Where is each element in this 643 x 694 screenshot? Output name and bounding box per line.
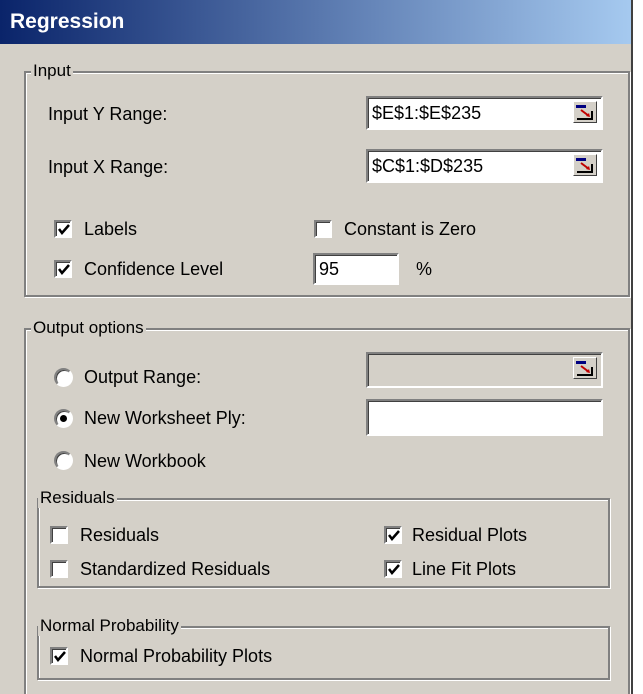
input-x-range-value: $C$1:$D$235: [372, 156, 484, 176]
line-fit-plots-checkbox[interactable]: [384, 560, 402, 578]
normal-probability-group-label: Normal Probability: [38, 616, 181, 636]
check-icon: [58, 264, 70, 275]
check-icon: [58, 224, 70, 235]
output-range-radio[interactable]: [54, 368, 73, 387]
residuals-label: Residuals: [80, 525, 160, 545]
residuals-checkbox[interactable]: [50, 526, 68, 544]
confidence-level-unit: %: [416, 259, 433, 279]
new-worksheet-ply-label: New Worksheet Ply:: [84, 408, 246, 428]
range-select-icon: [576, 158, 593, 173]
output-range-field[interactable]: [366, 352, 603, 388]
normal-probability-plots-checkbox[interactable]: [50, 647, 68, 665]
input-group-label: Input: [31, 61, 73, 81]
confidence-level-checkbox[interactable]: [54, 260, 72, 278]
standardized-residuals-label: Standardized Residuals: [80, 559, 271, 579]
new-worksheet-ply-radio[interactable]: [54, 409, 73, 428]
title-bar: Regression: [0, 0, 631, 44]
output-options-group-label: Output options: [31, 318, 146, 338]
confidence-level-input[interactable]: 95: [313, 253, 399, 285]
new-worksheet-ply-input[interactable]: [366, 399, 603, 436]
input-x-range-label: Input X Range:: [48, 157, 169, 177]
residuals-group-label: Residuals: [38, 488, 117, 508]
normal-probability-plots-label: Normal Probability Plots: [80, 646, 273, 666]
constant-is-zero-label: Constant is Zero: [344, 219, 477, 239]
constant-is-zero-checkbox[interactable]: [314, 220, 332, 238]
new-workbook-radio[interactable]: [54, 451, 73, 470]
input-x-range-field[interactable]: $C$1:$D$235: [366, 149, 603, 183]
collapse-dialog-button-output[interactable]: [573, 357, 597, 379]
regression-dialog: Regression Input Input Y Range: $E$1:$E$…: [0, 0, 633, 694]
output-range-label: Output Range:: [84, 367, 202, 387]
dialog-title: Regression: [10, 10, 125, 33]
check-icon: [388, 564, 400, 575]
range-select-icon: [576, 361, 593, 376]
line-fit-plots-label: Line Fit Plots: [412, 559, 517, 579]
input-y-range-field[interactable]: $E$1:$E$235: [366, 96, 603, 130]
input-y-range-value: $E$1:$E$235: [372, 103, 482, 123]
check-icon: [54, 651, 66, 662]
labels-checkbox[interactable]: [54, 220, 72, 238]
new-workbook-label: New Workbook: [84, 451, 206, 471]
collapse-dialog-button-y[interactable]: [573, 101, 597, 123]
input-y-range-label: Input Y Range:: [48, 104, 168, 124]
residual-plots-label: Residual Plots: [412, 525, 528, 545]
labels-label: Labels: [84, 219, 138, 239]
residual-plots-checkbox[interactable]: [384, 526, 402, 544]
collapse-dialog-button-x[interactable]: [573, 154, 597, 176]
range-select-icon: [576, 105, 593, 120]
standardized-residuals-checkbox[interactable]: [50, 560, 68, 578]
check-icon: [388, 530, 400, 541]
confidence-level-label: Confidence Level: [84, 259, 224, 279]
